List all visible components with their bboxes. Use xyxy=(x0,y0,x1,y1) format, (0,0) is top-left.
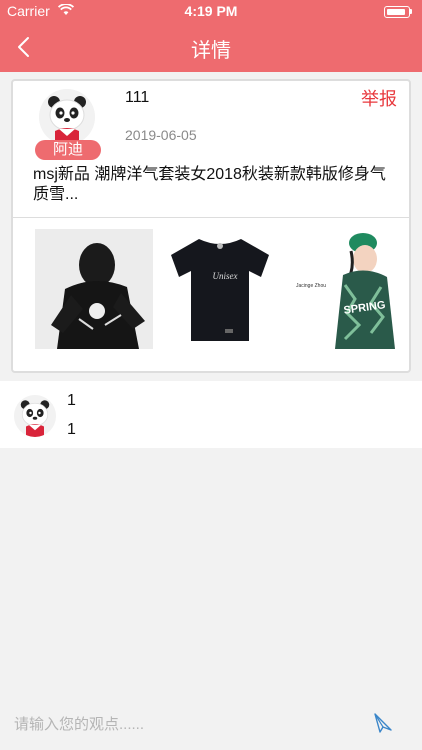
post-date: 2019-06-05 xyxy=(125,127,197,143)
tee-print-text: Unisex xyxy=(213,271,238,281)
name-tag: 阿迪 xyxy=(35,140,101,160)
post-text: msj新品 潮牌洋气套装女2018秋装新款韩版修身气质雪... xyxy=(33,166,386,203)
report-button[interactable]: 举报 xyxy=(361,85,397,111)
post-image-3[interactable]: Jacinge Zhou SPRING xyxy=(285,229,403,349)
panda-avatar-icon xyxy=(39,89,95,145)
send-icon[interactable] xyxy=(372,712,394,734)
comment-input[interactable] xyxy=(12,710,356,738)
battery-icon xyxy=(384,6,410,18)
status-time: 4:19 PM xyxy=(184,3,238,19)
comment-item: 1 1 xyxy=(0,381,422,448)
avatar[interactable] xyxy=(39,89,95,145)
jacket-side-text: Jacinge Zhou xyxy=(296,283,326,289)
panda-avatar-icon xyxy=(14,395,56,437)
navigation-bar: Carrier 4:19 PM 详情 xyxy=(0,0,422,72)
post-card: 阿迪 111 2019-06-05 举报 msj新品 潮牌洋气套装女2018秋装… xyxy=(11,79,411,373)
post-image-2[interactable]: Unisex xyxy=(161,229,279,349)
comment-username: 1 xyxy=(67,392,76,409)
page-title: 详情 xyxy=(191,40,231,62)
post-username: 111 xyxy=(125,89,150,106)
status-bar: Carrier 4:19 PM xyxy=(0,0,422,22)
battery-tip xyxy=(410,9,412,14)
avatar[interactable] xyxy=(14,395,56,437)
divider xyxy=(13,217,409,218)
comment-text: 1 xyxy=(67,421,76,438)
comment-input-bar xyxy=(0,698,422,750)
post-image-1[interactable] xyxy=(35,229,153,349)
